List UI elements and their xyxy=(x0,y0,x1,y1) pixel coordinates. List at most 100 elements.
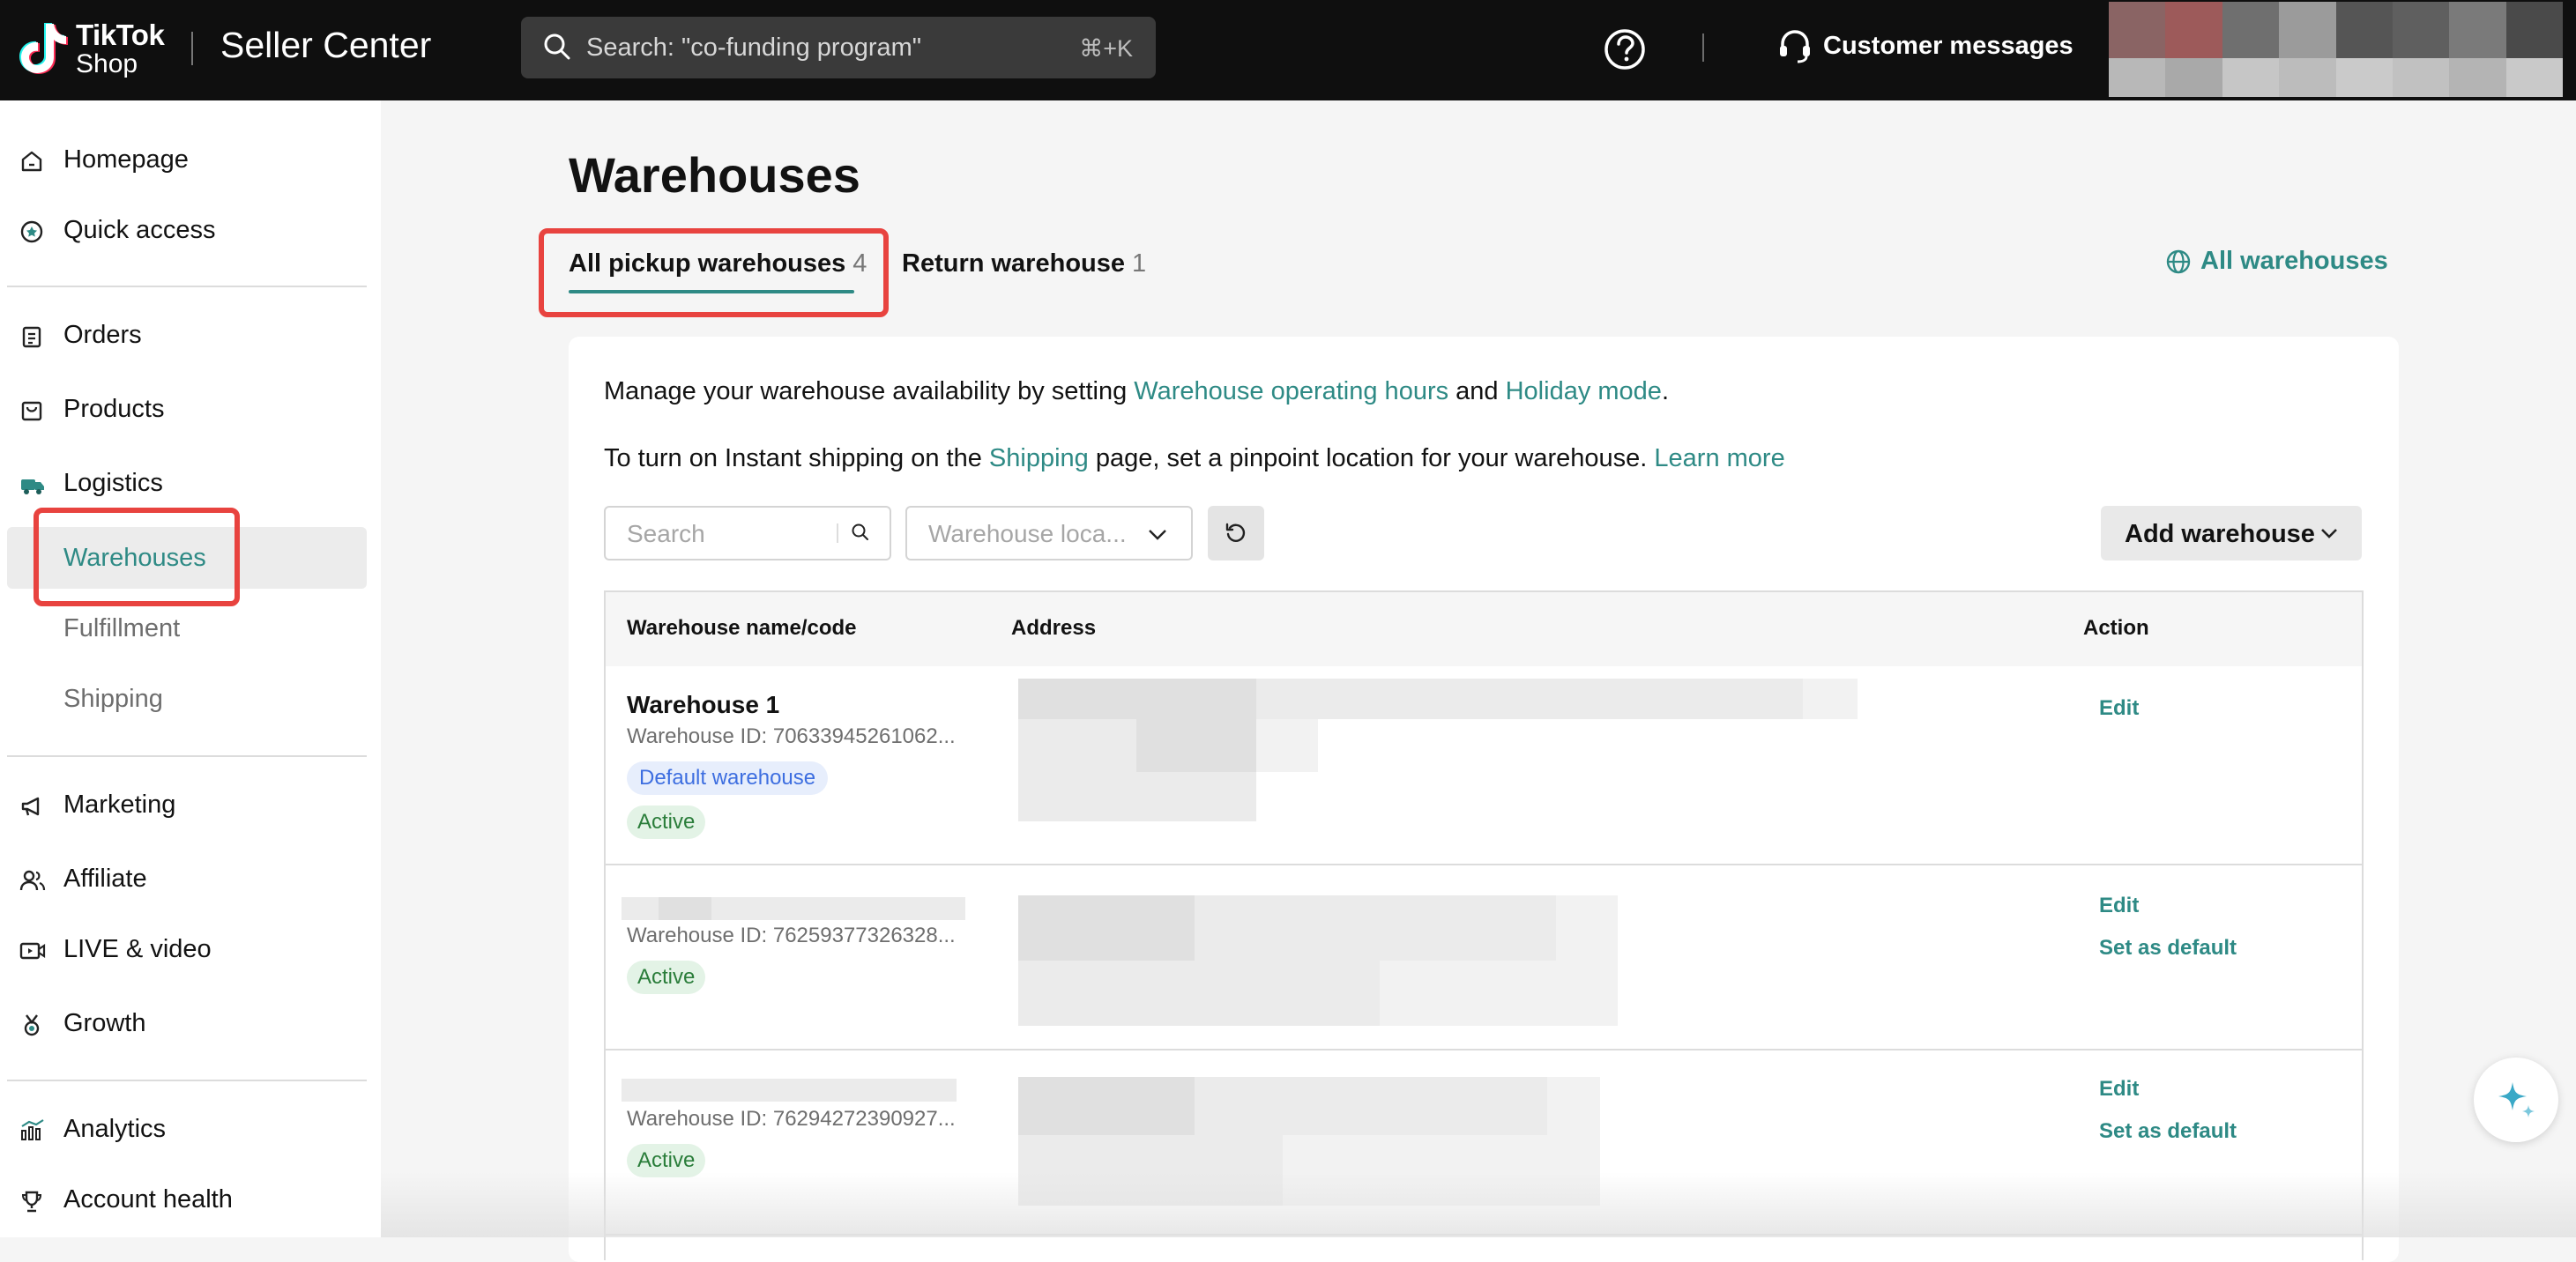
tab-return-warehouse[interactable]: Return warehouse 1 xyxy=(902,249,1146,278)
info-text: To turn on Instant shipping on the xyxy=(604,444,989,472)
sidebar-item-quick-access[interactable]: Quick access xyxy=(0,204,381,256)
search-shortcut: ⌘+K xyxy=(1079,35,1133,62)
learn-more-link[interactable]: Learn more xyxy=(1654,444,1784,472)
logo-line1: TikTok xyxy=(76,18,165,51)
seller-center-title: Seller Center xyxy=(220,25,432,65)
warehouse-id: Warehouse ID: 70633945261062... xyxy=(627,724,956,748)
info-text-instant-shipping: To turn on Instant shipping on the Shipp… xyxy=(604,444,1785,473)
sidebar-divider xyxy=(7,1080,367,1081)
edit-link[interactable]: Edit xyxy=(2099,696,2139,721)
tab-count: 1 xyxy=(1132,249,1147,278)
people-icon xyxy=(19,868,46,893)
search-placeholder: Search: "co-funding program" xyxy=(586,33,922,62)
account-avatar[interactable] xyxy=(2109,2,2563,97)
info-text: Manage your warehouse availability by se… xyxy=(604,377,1135,405)
sidebar-item-logistics[interactable]: Logistics xyxy=(0,457,381,509)
highlight-box-tab xyxy=(539,228,889,317)
sidebar-item-growth[interactable]: Growth xyxy=(0,997,381,1050)
sidebar-item-orders[interactable]: Orders xyxy=(0,308,381,361)
tab-label: Return warehouse xyxy=(902,249,1125,278)
tiktok-shop-logo[interactable]: TikTok Shop xyxy=(19,18,165,79)
sidebar-item-label: Account health xyxy=(63,1184,233,1214)
edit-link[interactable]: Edit xyxy=(2099,1077,2139,1102)
highlight-box-warehouses xyxy=(34,508,240,606)
chevron-down-icon xyxy=(2321,529,2337,538)
info-text: page, set a pinpoint location for your w… xyxy=(1088,444,1655,472)
info-text-availability: Manage your warehouse availability by se… xyxy=(604,377,1669,406)
sidebar-item-products[interactable]: Products xyxy=(0,382,381,435)
sidebar-item-homepage[interactable]: Homepage xyxy=(0,133,381,186)
warehouse-id: Warehouse ID: 76294272390927... xyxy=(627,1107,956,1131)
sidebar-item-label: Logistics xyxy=(63,468,163,497)
sidebar-item-label: Analytics xyxy=(63,1114,167,1143)
info-text: and xyxy=(1448,377,1506,405)
bar-chart-icon xyxy=(19,1118,44,1143)
add-warehouse-label: Add warehouse xyxy=(2125,520,2315,548)
megaphone-icon xyxy=(19,794,44,819)
reset-filters-button[interactable] xyxy=(1208,506,1264,560)
globe-icon xyxy=(2166,249,2191,273)
topbar-separator xyxy=(1702,33,1704,62)
warehouse-table: Warehouse name/code Address Action Wareh… xyxy=(604,590,2364,1260)
top-bar: TikTok Shop Seller Center Search: "co-fu… xyxy=(0,0,2576,100)
shopping-bag-icon xyxy=(19,398,44,423)
search-placeholder: Search xyxy=(627,520,705,547)
sidebar-divider xyxy=(7,755,367,757)
table-header: Warehouse name/code Address Action xyxy=(606,592,2362,666)
sidebar-subitem-shipping[interactable]: Shipping xyxy=(7,668,367,730)
chevron-down-icon xyxy=(1147,525,1168,547)
sparkle-icon xyxy=(2498,1082,2535,1117)
table-row: Warehouse 1 Warehouse ID: 70633945261062… xyxy=(606,666,2362,865)
sidebar-item-label: Products xyxy=(63,394,165,423)
warehouse-operating-hours-link[interactable]: Warehouse operating hours xyxy=(1134,377,1448,405)
warehouse-name: Warehouse 1 xyxy=(627,691,780,718)
warehouse-search-input[interactable]: Search xyxy=(604,506,891,560)
holiday-mode-link[interactable]: Holiday mode xyxy=(1506,377,1662,405)
sidebar-item-label: LIVE & video xyxy=(63,934,212,963)
info-text: . xyxy=(1661,377,1669,405)
column-header-address: Address xyxy=(1011,616,1097,640)
edit-link[interactable]: Edit xyxy=(2099,894,2139,918)
warehouse-id: Warehouse ID: 76259377326328... xyxy=(627,924,956,947)
all-warehouses-label: All warehouses xyxy=(2200,247,2388,275)
warehouse-location-select[interactable]: Warehouse loca... xyxy=(905,506,1193,560)
sidebar-item-label: Orders xyxy=(63,320,142,349)
customer-messages-label: Customer messages xyxy=(1823,31,2073,60)
home-icon xyxy=(19,149,44,174)
scroll-fade xyxy=(381,1172,2576,1237)
status-badge: Active xyxy=(627,805,706,839)
search-icon xyxy=(542,32,574,68)
add-warehouse-button[interactable]: Add warehouse xyxy=(2101,506,2362,560)
sidebar-item-label: Growth xyxy=(63,1008,146,1037)
set-as-default-link[interactable]: Set as default xyxy=(2099,936,2237,961)
sidebar-item-marketing[interactable]: Marketing xyxy=(0,778,381,831)
sidebar-item-label: Quick access xyxy=(63,215,216,244)
question-circle-icon[interactable] xyxy=(1603,27,1647,76)
set-as-default-link[interactable]: Set as default xyxy=(2099,1119,2237,1144)
all-warehouses-link[interactable]: All warehouses xyxy=(2165,247,2388,276)
video-icon xyxy=(19,939,46,963)
search-icon[interactable] xyxy=(851,523,870,546)
sidebar-item-label: Affiliate xyxy=(63,864,147,893)
star-circle-icon xyxy=(19,219,44,244)
truck-icon xyxy=(19,472,44,497)
trophy-icon xyxy=(19,1189,44,1214)
global-search-input[interactable]: Search: "co-funding program" ⌘+K xyxy=(521,17,1156,78)
sidebar-divider xyxy=(7,286,367,287)
logo-line2: Shop xyxy=(76,48,138,78)
shipping-link[interactable]: Shipping xyxy=(989,444,1089,472)
column-header-action: Action xyxy=(2083,616,2149,640)
refresh-icon xyxy=(1224,521,1248,550)
tiktok-logo-icon xyxy=(19,20,69,77)
clipboard-icon xyxy=(19,324,44,349)
ai-assistant-button[interactable] xyxy=(2474,1058,2558,1142)
sidebar: Homepage Quick access Orders Products Lo… xyxy=(0,100,381,1237)
sidebar-item-affiliate[interactable]: Affiliate xyxy=(0,852,381,905)
sidebar-item-live-video[interactable]: LIVE & video xyxy=(0,923,381,976)
status-badge: Active xyxy=(627,961,706,994)
sidebar-subitem-fulfillment[interactable]: Fulfillment xyxy=(7,598,367,659)
customer-messages-button[interactable]: Customer messages xyxy=(1776,26,2073,65)
sidebar-subitem-label: Fulfillment xyxy=(63,613,181,642)
sidebar-item-analytics[interactable]: Analytics xyxy=(0,1102,381,1155)
sidebar-item-account-health[interactable]: Account health xyxy=(0,1173,381,1226)
